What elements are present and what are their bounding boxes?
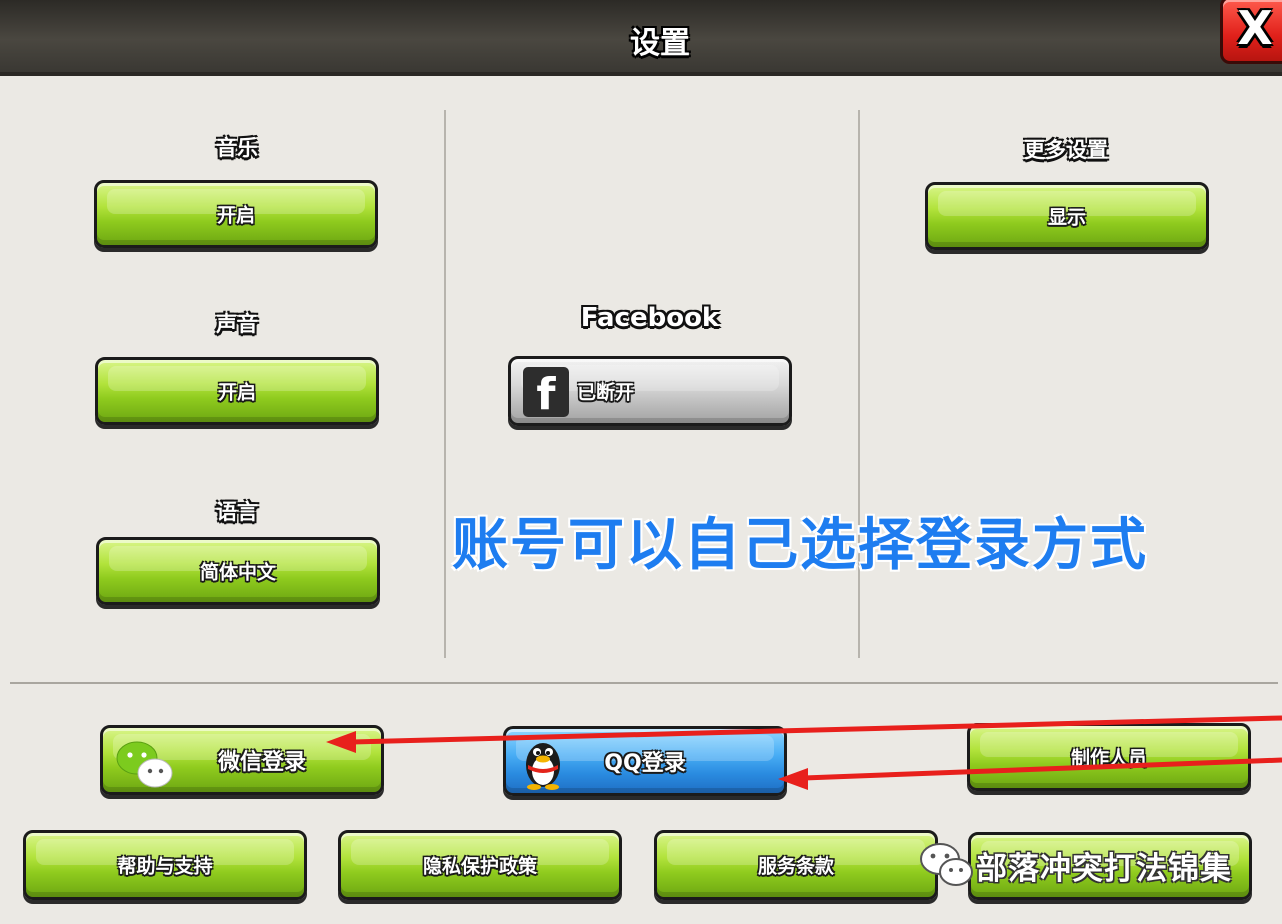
facebook-label: Facebook	[580, 303, 720, 333]
music-toggle-label: 开启	[216, 204, 255, 227]
sound-toggle-label: 开启	[217, 381, 256, 404]
facebook-icon: f	[523, 367, 569, 420]
close-icon: X	[1237, 1, 1273, 55]
language-label: 语言	[216, 500, 258, 524]
facebook-status: 已断开	[577, 381, 635, 404]
column-divider-left	[444, 110, 446, 658]
section-divider	[10, 682, 1278, 684]
sound-label: 声音	[216, 312, 258, 336]
wechat-watermark-icon	[920, 843, 973, 886]
privacy-policy-button[interactable]: 隐私保护政策	[338, 830, 622, 900]
sound-toggle-button[interactable]: 开启	[95, 357, 379, 425]
wechat-login-button[interactable]: 微信登录	[100, 725, 384, 795]
qq-login-button[interactable]: QQ登录	[503, 726, 787, 796]
more-settings-button[interactable]: 显示	[925, 182, 1209, 250]
music-label: 音乐	[216, 136, 258, 160]
watermark-text: 部落冲突打法锦集	[976, 850, 1232, 887]
window-title: 设置	[630, 26, 690, 61]
credits-button[interactable]: 制作人员	[967, 723, 1251, 791]
facebook-connect-button[interactable]: f 已断开	[508, 356, 792, 426]
language-value: 简体中文	[199, 561, 276, 584]
music-toggle-button[interactable]: 开启	[94, 180, 378, 248]
terms-of-service-label: 服务条款	[757, 855, 834, 878]
close-button[interactable]: X	[1220, 0, 1282, 64]
help-support-label: 帮助与支持	[117, 855, 213, 878]
help-support-button[interactable]: 帮助与支持	[23, 830, 307, 900]
more-settings-label: 更多设置	[1024, 138, 1108, 162]
annotation-text: 账号可以自己选择登录方式	[452, 513, 1148, 578]
language-button[interactable]: 简体中文	[96, 537, 380, 605]
qq-login-label: QQ登录	[604, 751, 686, 776]
settings-screen: 设置 X 音乐 开启 声音 开启 语言 简体中文 Facebook f 已断开 …	[0, 0, 1282, 924]
terms-of-service-button[interactable]: 服务条款	[654, 830, 938, 900]
credits-label: 制作人员	[1070, 747, 1147, 770]
more-settings-value: 显示	[1047, 206, 1086, 229]
privacy-policy-label: 隐私保护政策	[422, 855, 537, 878]
title-bar: 设置	[0, 0, 1282, 76]
watermark: 部落冲突打法锦集	[918, 835, 1282, 895]
wechat-login-label: 微信登录	[217, 750, 306, 775]
